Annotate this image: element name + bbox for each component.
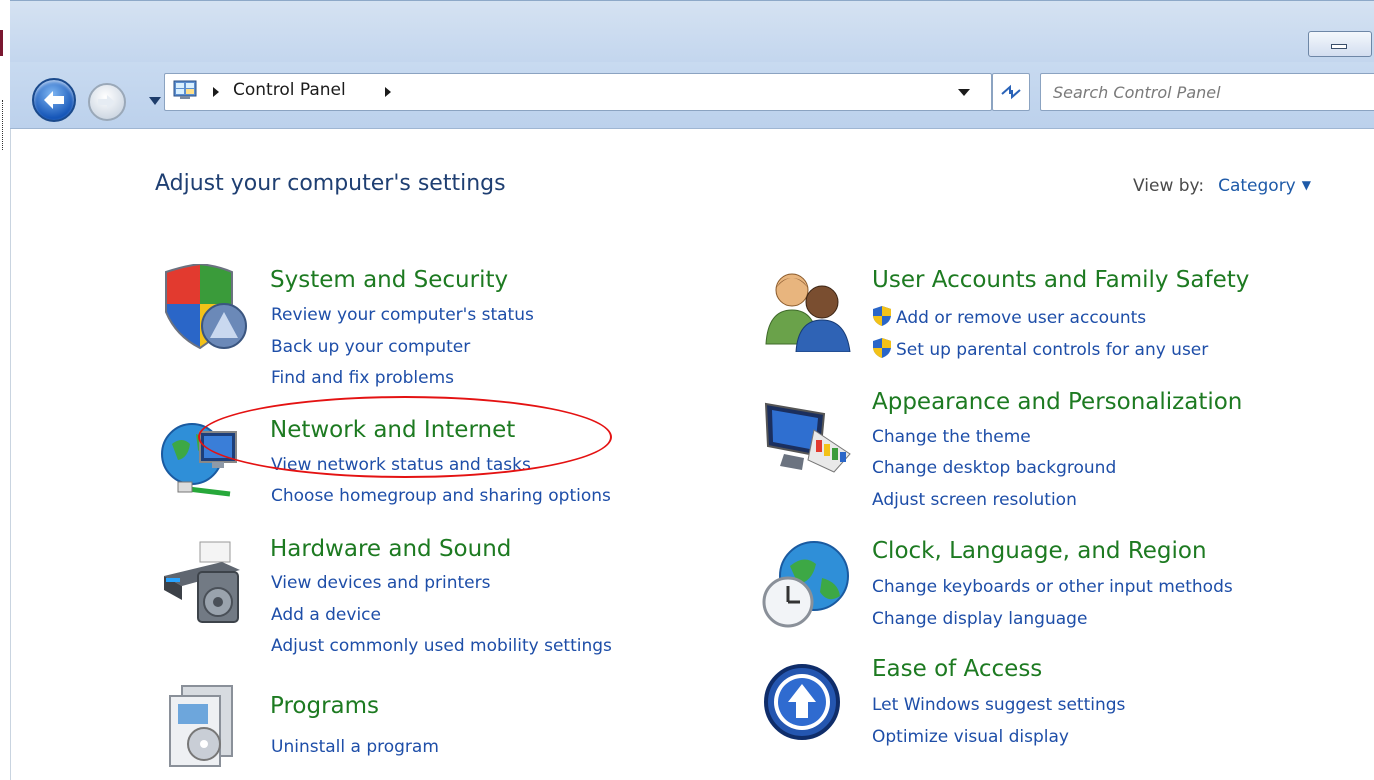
task-link[interactable]: Add a device	[271, 605, 381, 625]
search-input[interactable]	[1051, 78, 1365, 106]
task-link[interactable]: Choose homegroup and sharing options	[271, 486, 611, 506]
programs-box-icon[interactable]	[162, 682, 246, 770]
task-link-shield[interactable]: Set up parental controls for any user	[872, 337, 1208, 360]
task-link[interactable]: Adjust screen resolution	[872, 490, 1077, 510]
ease-of-access-icon[interactable]	[762, 662, 842, 742]
view-by-control[interactable]: View by: Category ▼	[1133, 176, 1311, 196]
recent-pages-dropdown[interactable]	[148, 92, 162, 111]
breadcrumb-separator-icon[interactable]	[211, 82, 221, 102]
edge-marker	[0, 30, 3, 56]
breadcrumb-control-panel[interactable]: Control Panel	[233, 80, 346, 100]
task-link[interactable]: Review your computer's status	[271, 305, 534, 325]
forward-arrow-icon	[98, 95, 115, 109]
task-link-shield[interactable]: Add or remove user accounts	[872, 305, 1146, 328]
task-label: Add or remove user accounts	[896, 308, 1147, 328]
chevron-down-icon	[958, 89, 970, 96]
view-by-label: View by:	[1133, 176, 1205, 196]
shield-security-icon[interactable]	[160, 264, 248, 354]
task-link[interactable]: Change display language	[872, 609, 1087, 629]
minimize-icon	[1331, 44, 1347, 49]
address-dropdown[interactable]	[957, 82, 971, 106]
task-link[interactable]: Uninstall a program	[271, 737, 439, 757]
task-link[interactable]: Optimize visual display	[872, 727, 1069, 747]
task-link[interactable]: Adjust commonly used mobility settings	[271, 636, 612, 656]
users-icon[interactable]	[762, 266, 854, 352]
breadcrumb-separator-icon[interactable]	[383, 82, 393, 102]
chevron-down-icon	[149, 97, 161, 105]
back-arrow-icon	[44, 91, 64, 109]
view-by-value[interactable]: Category	[1218, 176, 1296, 196]
back-button[interactable]	[32, 78, 76, 122]
category-hardware-and-sound[interactable]: Hardware and Sound	[270, 536, 511, 562]
category-ease-of-access[interactable]: Ease of Access	[872, 656, 1042, 682]
task-link[interactable]: Back up your computer	[271, 337, 470, 357]
category-programs[interactable]: Programs	[270, 693, 379, 719]
task-link[interactable]: Change the theme	[872, 427, 1031, 447]
task-link[interactable]: View devices and printers	[271, 573, 490, 593]
page-title: Adjust your computer's settings	[155, 171, 506, 196]
control-panel-icon	[173, 80, 197, 99]
category-appearance-and-personalization[interactable]: Appearance and Personalization	[872, 389, 1242, 415]
monitor-palette-icon[interactable]	[764, 400, 852, 476]
printer-speaker-icon[interactable]	[160, 536, 248, 626]
refresh-button[interactable]	[992, 73, 1030, 111]
task-link[interactable]: Change desktop background	[872, 458, 1116, 478]
edge-dotted-line	[2, 100, 4, 150]
uac-shield-icon	[873, 338, 891, 358]
forward-button[interactable]	[88, 83, 126, 121]
task-link[interactable]: View network status and tasks	[271, 455, 531, 475]
navigation-bar: Control Panel	[10, 62, 1374, 129]
chevron-down-icon[interactable]: ▼	[1302, 178, 1311, 192]
address-bar[interactable]: Control Panel	[164, 73, 992, 111]
task-label: Set up parental controls for any user	[896, 340, 1209, 360]
task-link[interactable]: Find and fix problems	[271, 368, 454, 388]
category-user-accounts[interactable]: User Accounts and Family Safety	[872, 267, 1249, 293]
network-globe-icon[interactable]	[160, 414, 248, 504]
minimize-button[interactable]	[1308, 31, 1372, 57]
category-clock-language-region[interactable]: Clock, Language, and Region	[872, 538, 1207, 564]
clock-globe-icon[interactable]	[760, 538, 850, 630]
refresh-icon	[1001, 84, 1021, 100]
search-box[interactable]	[1040, 73, 1374, 111]
category-system-and-security[interactable]: System and Security	[270, 267, 508, 293]
uac-shield-icon	[873, 306, 891, 326]
category-network-and-internet[interactable]: Network and Internet	[270, 417, 515, 443]
task-link[interactable]: Change keyboards or other input methods	[872, 577, 1233, 597]
task-link[interactable]: Let Windows suggest settings	[872, 695, 1125, 715]
title-bar	[10, 0, 1374, 63]
